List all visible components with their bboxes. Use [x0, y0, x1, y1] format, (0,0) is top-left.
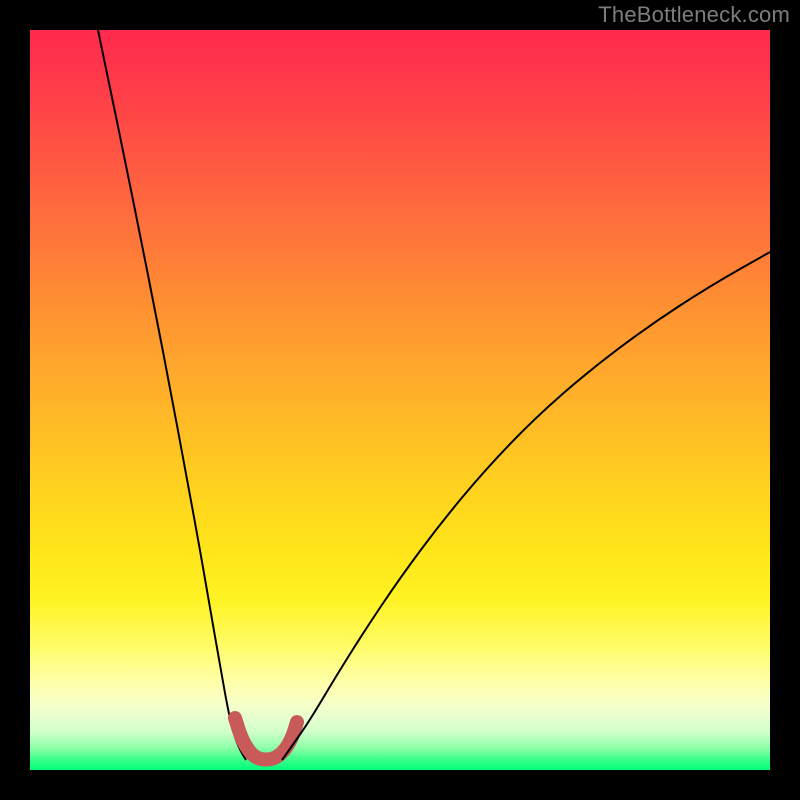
plot-area — [30, 30, 770, 770]
curve-left-path — [98, 30, 246, 760]
chart-frame: TheBottleneck.com — [0, 0, 800, 800]
chart-svg — [30, 30, 770, 770]
watermark-text: TheBottleneck.com — [598, 2, 790, 28]
curve-right-path — [282, 252, 770, 760]
